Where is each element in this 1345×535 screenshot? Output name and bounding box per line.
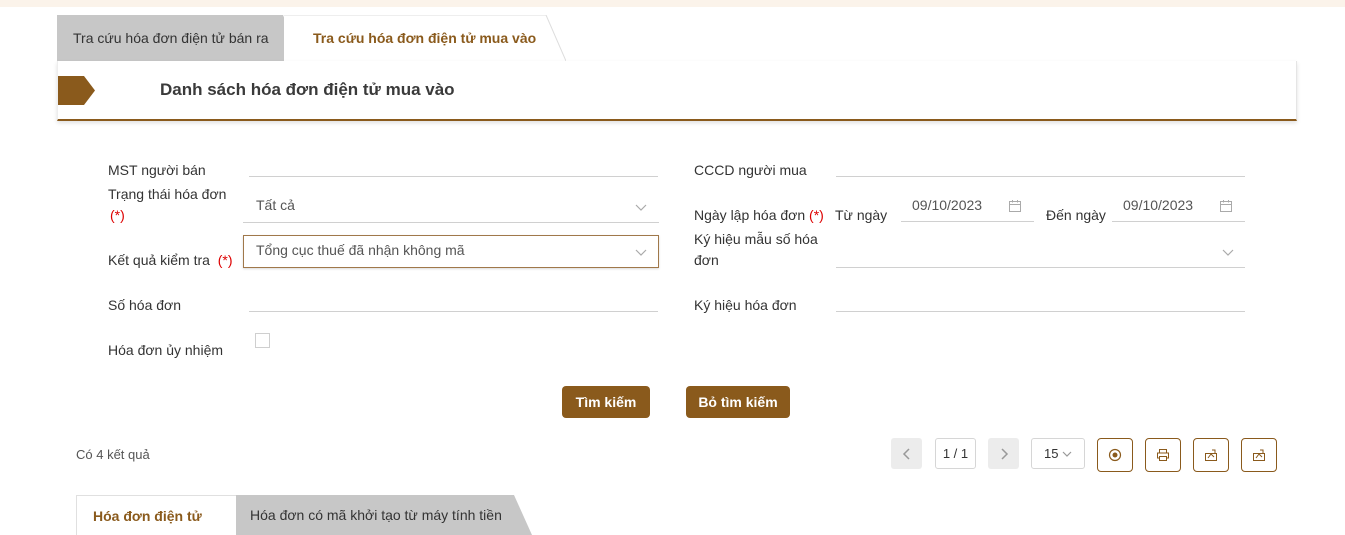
mst-seller-label: MST người bán: [108, 162, 206, 178]
export-icon: [1253, 449, 1265, 461]
invoice-status-select[interactable]: Tất cả: [256, 197, 295, 213]
invoice-status-required: (*): [110, 207, 125, 223]
calendar-icon[interactable]: [1219, 199, 1233, 213]
to-date-underline: [1112, 221, 1245, 222]
calendar-icon[interactable]: [1008, 199, 1022, 213]
from-date-label: Từ ngày: [835, 207, 888, 223]
print-icon: [1157, 449, 1169, 461]
result-count: Có 4 kết quả: [76, 447, 150, 462]
issue-date-required: (*): [809, 207, 824, 223]
invoice-symbol-label: Ký hiệu hóa đơn: [694, 297, 797, 313]
view-button[interactable]: [1097, 438, 1133, 472]
authorized-invoice-checkbox[interactable]: [255, 333, 270, 348]
invoice-number-label: Số hóa đơn: [108, 297, 182, 313]
template-symbol-label: Ký hiệu mẫu số hóa: [694, 231, 818, 247]
from-date-underline: [901, 221, 1034, 222]
check-result-value: Tổng cục thuế đã nhận không mã: [256, 242, 465, 258]
prev-page-button[interactable]: [891, 438, 922, 469]
chevron-down-icon: [635, 204, 647, 211]
section-header: Danh sách hóa đơn điện tử mua vào: [57, 61, 1297, 121]
template-symbol-label-line2: đơn: [694, 252, 719, 268]
tab-sold-invoices[interactable]: Tra cứu hóa đơn điện tử bán ra: [57, 15, 302, 61]
issue-date-label: Ngày lập hóa đơn (*): [694, 207, 824, 223]
check-result-required: (*): [217, 252, 233, 268]
check-result-label: Kết quả kiểm tra (*): [108, 252, 233, 268]
clear-search-button[interactable]: Bỏ tìm kiếm: [686, 386, 790, 418]
tab-purchased-invoices-label: Tra cứu hóa đơn điện tử mua vào: [313, 30, 537, 46]
to-date-label: Đến ngày: [1046, 207, 1106, 223]
to-date-input[interactable]: 09/10/2023: [1123, 197, 1193, 213]
page-info: 1 / 1: [935, 438, 976, 469]
radio-view-icon: [1108, 448, 1122, 462]
export-detail-button[interactable]: [1241, 438, 1277, 472]
search-button[interactable]: Tìm kiếm: [562, 386, 650, 418]
chevron-down-icon: [635, 249, 647, 256]
export-icon: [1205, 449, 1217, 461]
mst-seller-input[interactable]: [249, 176, 658, 177]
tab-electronic-label: Hóa đơn điện tử: [93, 507, 202, 524]
authorized-invoice-label: Hóa đơn ủy nhiệm: [108, 342, 224, 358]
tab-sold-invoices-label: Tra cứu hóa đơn điện tử bán ra: [73, 30, 269, 46]
chevron-down-icon: [1222, 249, 1234, 256]
chevron-right-icon: [1000, 447, 1008, 460]
invoice-number-input[interactable]: [249, 311, 658, 312]
page-size-value: 15: [1044, 446, 1059, 461]
cccd-buyer-label: CCCD người mua: [694, 162, 807, 178]
invoice-symbol-input[interactable]: [836, 311, 1245, 312]
invoice-status-underline: [243, 222, 659, 223]
from-date-input[interactable]: 09/10/2023: [912, 197, 982, 213]
next-page-button[interactable]: [988, 438, 1019, 469]
invoice-status-label: Trạng thái hóa đơn: [108, 186, 227, 202]
section-arrow-icon: [58, 76, 95, 105]
top-strip: [0, 0, 1345, 7]
chevron-left-icon: [902, 447, 910, 460]
tab-cash-register-label: Hóa đơn có mã khởi tạo từ máy tính tiền: [250, 507, 502, 523]
page-size-select[interactable]: 15: [1031, 438, 1085, 469]
tab-cash-register-invoices[interactable]: Hóa đơn có mã khởi tạo từ máy tính tiền: [218, 495, 532, 535]
export-button[interactable]: [1193, 438, 1229, 472]
tab-purchased-invoices[interactable]: Tra cứu hóa đơn điện tử mua vào: [284, 15, 566, 61]
template-symbol-underline: [836, 267, 1245, 268]
chevron-down-icon: [1063, 451, 1072, 457]
print-button[interactable]: [1145, 438, 1181, 472]
tab-electronic-invoices[interactable]: Hóa đơn điện tử: [76, 495, 236, 535]
section-title: Danh sách hóa đơn điện tử mua vào: [160, 80, 455, 99]
cccd-buyer-input[interactable]: [836, 176, 1245, 177]
